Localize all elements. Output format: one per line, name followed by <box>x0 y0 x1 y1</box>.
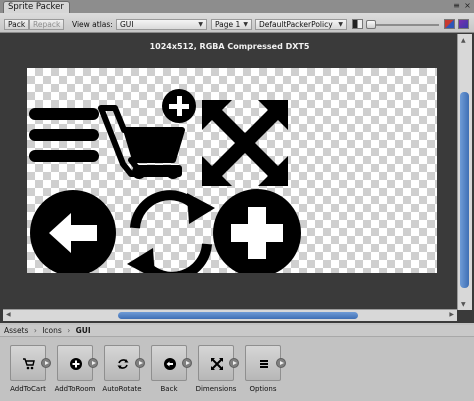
alpha-toggle-icon[interactable] <box>352 19 363 29</box>
add-to-cart-icon <box>23 358 35 370</box>
packer-policy-value: DefaultPackerPolicy <box>259 20 333 29</box>
expand-play-icon[interactable] <box>135 358 145 368</box>
chevron-down-icon: ▼ <box>243 21 248 28</box>
asset-tile-dimensions[interactable]: Dimensions <box>196 345 239 395</box>
close-icon[interactable]: × <box>463 2 472 10</box>
asset-tile-add-to-room[interactable]: AddToRoom <box>55 345 98 395</box>
vertical-scrollbar[interactable]: ▲ ▼ <box>457 34 472 310</box>
add-to-cart-sprite-icon <box>98 89 196 179</box>
add-to-room-sprite-icon <box>213 189 301 277</box>
asset-tile-auto-rotate[interactable]: AutoRotate <box>102 345 145 395</box>
asset-tile-back[interactable]: Back <box>151 345 192 395</box>
asset-label: AddToCart <box>10 385 46 393</box>
atlas-info-caption: 1024x512, RGBA Compressed DXT5 <box>149 42 310 51</box>
pack-button[interactable]: Pack <box>4 19 30 30</box>
sprite-packer-window: Sprite Packer ≡ × Pack Repack View atlas… <box>0 0 474 323</box>
page-dropdown[interactable]: Page 1 ▼ <box>211 19 252 30</box>
scroll-up-icon[interactable]: ▲ <box>461 37 466 44</box>
mip-level-icon[interactable] <box>458 19 469 29</box>
sprite-sheet <box>29 89 301 282</box>
asset-label: Dimensions <box>195 385 237 393</box>
atlas-dropdown-value: GUI <box>120 20 134 29</box>
packer-policy-dropdown[interactable]: DefaultPackerPolicy ▼ <box>255 19 347 30</box>
scroll-left-icon[interactable]: ◀ <box>6 311 11 318</box>
dimensions-sprite-icon <box>202 100 288 186</box>
expand-play-icon[interactable] <box>41 358 51 368</box>
breadcrumb-assets[interactable]: Assets <box>4 326 28 335</box>
vertical-scroll-thumb[interactable] <box>460 92 469 288</box>
color-channel-icon[interactable] <box>444 19 455 29</box>
chevron-down-icon: ▼ <box>198 21 203 28</box>
asset-label: AddToRoom <box>54 385 96 393</box>
breadcrumb-separator: › <box>67 326 71 335</box>
toolbar: Pack Repack View atlas: GUI ▼ Page 1 ▼ D… <box>0 13 474 33</box>
chevron-down-icon: ▼ <box>338 21 343 28</box>
expand-play-icon[interactable] <box>276 358 286 368</box>
repack-button[interactable]: Repack <box>29 19 65 30</box>
zoom-slider-track[interactable] <box>374 24 439 26</box>
asset-label: AutoRotate <box>102 385 142 393</box>
scroll-down-icon[interactable]: ▼ <box>461 301 466 308</box>
breadcrumb-icons[interactable]: Icons <box>42 326 62 335</box>
dimensions-icon <box>211 358 223 370</box>
horizontal-scroll-thumb[interactable] <box>118 312 358 319</box>
asset-tile-options[interactable]: Options <box>245 345 286 395</box>
breadcrumb: Assets › Icons › GUI <box>0 325 474 337</box>
menu-icon[interactable]: ≡ <box>452 2 461 10</box>
auto-rotate-icon <box>117 359 129 369</box>
view-atlas-label: View atlas: <box>72 20 113 29</box>
options-sprite-icon <box>29 108 99 162</box>
asset-label: Back <box>160 385 178 393</box>
asset-tile-add-to-cart[interactable]: AddToCart <box>10 345 51 395</box>
breadcrumb-separator: › <box>33 326 37 335</box>
expand-play-icon[interactable] <box>88 358 98 368</box>
atlas-dropdown[interactable]: GUI ▼ <box>116 19 207 30</box>
back-sprite-icon <box>30 190 116 276</box>
asset-label: Options <box>249 385 277 393</box>
atlas-texture[interactable] <box>27 68 437 282</box>
tab-bar: Sprite Packer ≡ × <box>0 0 474 13</box>
zoom-slider-thumb[interactable] <box>366 20 376 29</box>
asset-grid: AddToCart AddToRoom AutoRotate Back Dime… <box>0 337 474 401</box>
page-dropdown-value: Page 1 <box>215 20 241 29</box>
horizontal-scrollbar[interactable]: ◀ ▶ <box>3 309 457 321</box>
expand-play-icon[interactable] <box>229 358 239 368</box>
tab-sprite-packer[interactable]: Sprite Packer <box>3 1 70 13</box>
options-icon <box>260 360 268 368</box>
back-icon <box>164 358 176 370</box>
breadcrumb-gui[interactable]: GUI <box>76 326 91 335</box>
add-to-room-icon <box>70 358 82 370</box>
expand-play-icon[interactable] <box>182 358 192 368</box>
scroll-right-icon[interactable]: ▶ <box>449 311 454 318</box>
